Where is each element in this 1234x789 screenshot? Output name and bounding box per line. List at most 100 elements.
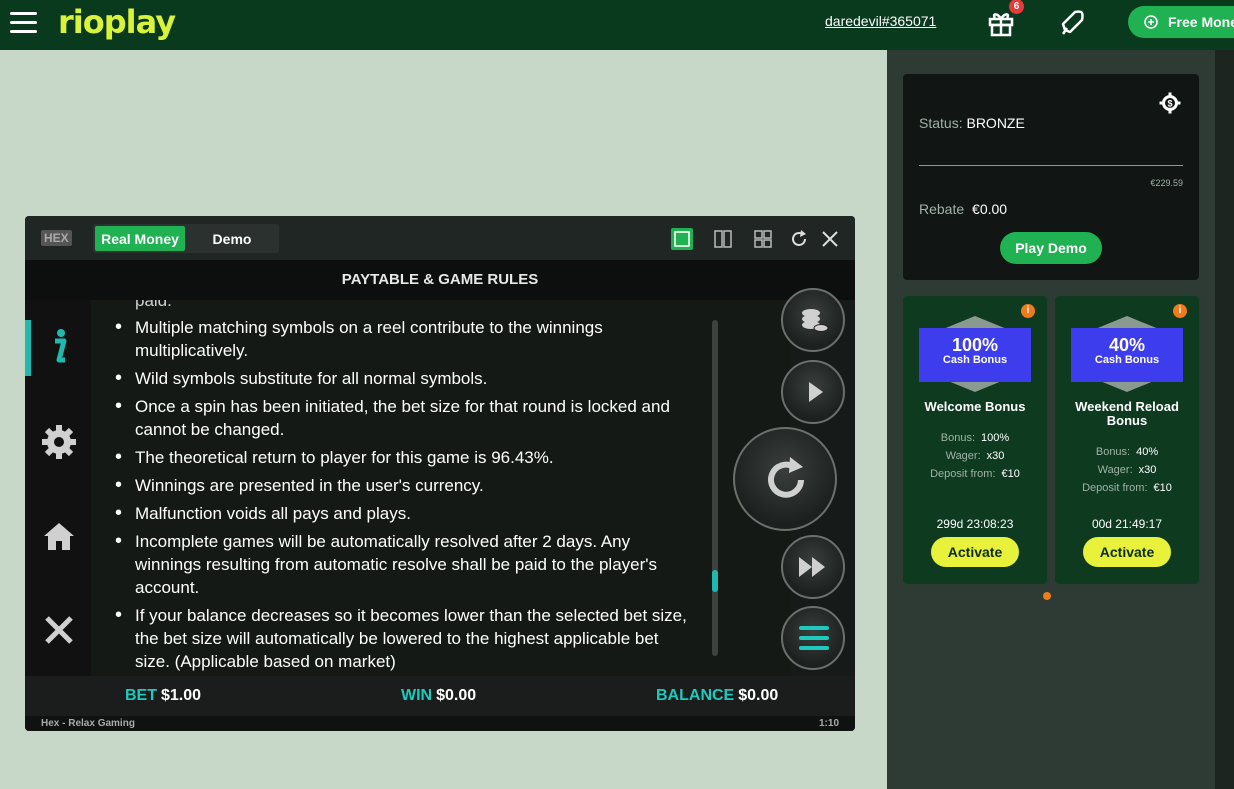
deposit-value: €10 bbox=[1153, 482, 1172, 494]
wager-label: Wager: bbox=[1097, 464, 1133, 476]
game-side-menu bbox=[25, 300, 91, 676]
game-clock: 1:10 bbox=[818, 718, 839, 729]
status-card: $ Status: BRONZE €229.59 Rebate €0.00 Pl… bbox=[903, 74, 1199, 280]
free-money-label: Free Money bbox=[1168, 14, 1234, 30]
carousel-dot[interactable] bbox=[1043, 592, 1051, 600]
side-active-indicator bbox=[25, 320, 31, 376]
win-display: WIN $0.00 bbox=[401, 687, 476, 705]
game-window: HEX Real Money Demo PAYTABLE & GAME RULE… bbox=[25, 216, 855, 731]
deposit-value: €10 bbox=[1001, 468, 1020, 480]
status-label: Status: bbox=[919, 115, 963, 131]
rocket-icon[interactable] bbox=[1057, 8, 1087, 38]
bonus-badge: 100% Cash Bonus bbox=[919, 328, 1031, 382]
bonus-type: Cash Bonus bbox=[1094, 354, 1160, 366]
grid-view-icon[interactable] bbox=[752, 228, 774, 250]
game-provider: Hex - Relax Gaming bbox=[41, 718, 135, 729]
mode-toggle: Real Money Demo bbox=[93, 224, 279, 253]
close-icon[interactable] bbox=[819, 228, 841, 250]
play-demo-button[interactable]: Play Demo bbox=[1000, 232, 1102, 264]
bonus-label: Bonus: bbox=[1095, 446, 1131, 458]
username-link[interactable]: daredevil#365071 bbox=[825, 13, 936, 29]
activate-button[interactable]: Activate bbox=[1083, 537, 1171, 567]
bonus-title: Weekend Reload Bonus bbox=[1075, 399, 1179, 428]
bonus-card-welcome: i 100% Cash Bonus Welcome Bonus Bonus: 10… bbox=[903, 296, 1047, 584]
gear-icon[interactable]: $ bbox=[1159, 92, 1181, 114]
bonus-value: 100% bbox=[981, 432, 1010, 444]
rules-list: paid. Multiple matching symbols on a ree… bbox=[113, 300, 693, 676]
close-icon[interactable] bbox=[39, 610, 79, 650]
fast-forward-icon bbox=[799, 557, 825, 577]
rule-item: Winnings are presented in the user's cur… bbox=[113, 474, 693, 497]
bonus-badge: 40% Cash Bonus bbox=[1071, 328, 1183, 382]
coins-icon bbox=[1144, 15, 1158, 29]
bonus-type: Cash Bonus bbox=[942, 354, 1008, 366]
bet-label: BET bbox=[125, 687, 157, 704]
menu-icon[interactable] bbox=[10, 12, 37, 34]
rule-item: Incomplete games will be automatically r… bbox=[113, 530, 693, 599]
game-tag: HEX bbox=[41, 230, 72, 246]
fast-forward-button[interactable] bbox=[781, 535, 845, 599]
gift-count-badge: 6 bbox=[1009, 0, 1024, 14]
wager-value: x30 bbox=[1138, 464, 1157, 476]
game-status-bar: Hex - Relax Gaming 1:10 bbox=[25, 716, 855, 731]
rules-panel[interactable]: paid. Multiple matching symbols on a ree… bbox=[91, 300, 791, 676]
spin-icon bbox=[768, 457, 804, 498]
info-icon[interactable] bbox=[39, 326, 79, 366]
free-money-button[interactable]: Free Money bbox=[1128, 6, 1234, 38]
balance-display: BALANCE $0.00 bbox=[656, 687, 778, 705]
activate-button[interactable]: Activate bbox=[931, 537, 1019, 567]
status-progress-value: €229.59 bbox=[1150, 178, 1183, 188]
bonus-timer: 299d 23:08:23 bbox=[936, 517, 1014, 531]
rebate-line: Rebate €0.00 bbox=[919, 201, 1007, 217]
coins-icon bbox=[802, 309, 829, 332]
bonus-details: Bonus: 40% Wager: x30 Deposit from: €10 bbox=[1055, 443, 1199, 497]
rule-item: The theoretical return to player for thi… bbox=[113, 446, 693, 469]
play-icon bbox=[809, 382, 823, 402]
deposit-label: Deposit from: bbox=[1082, 482, 1148, 494]
gear-icon[interactable] bbox=[39, 422, 79, 462]
top-bar: rioplay daredevil#365071 6 Free Money bbox=[0, 0, 1234, 50]
rules-clipped-text: paid. bbox=[135, 300, 172, 310]
rule-item: If your balance decreases so it becomes … bbox=[113, 604, 693, 673]
rebate-label: Rebate bbox=[919, 201, 965, 217]
menu-button[interactable] bbox=[781, 606, 845, 670]
status-line: Status: BRONZE bbox=[919, 115, 1025, 131]
game-toolbar: HEX Real Money Demo bbox=[25, 216, 855, 260]
deposit-label: Deposit from: bbox=[930, 468, 996, 480]
split-view-icon[interactable] bbox=[712, 228, 734, 250]
demo-button[interactable]: Demo bbox=[189, 226, 275, 251]
bonus-details: Bonus: 100% Wager: x30 Deposit from: €10 bbox=[903, 429, 1047, 483]
bonus-card-weekend-reload: i 40% Cash Bonus Weekend Reload Bonus Bo… bbox=[1055, 296, 1199, 584]
right-panel-edge bbox=[1215, 50, 1234, 789]
spin-button[interactable] bbox=[733, 427, 837, 531]
home-icon[interactable] bbox=[39, 516, 79, 556]
bet-display: BET $1.00 bbox=[125, 687, 201, 705]
bonus-percent: 100% bbox=[951, 335, 999, 355]
rule-item: Wild symbols substitute for all normal s… bbox=[113, 367, 693, 390]
single-view-icon[interactable] bbox=[671, 228, 693, 250]
wager-label: Wager: bbox=[945, 450, 981, 462]
game-footer: BET $1.00 WIN $0.00 BALANCE $0.00 bbox=[25, 676, 855, 716]
balance-label: BALANCE bbox=[656, 687, 735, 704]
real-money-button[interactable]: Real Money bbox=[95, 226, 185, 251]
rules-scrollbar[interactable] bbox=[712, 320, 718, 656]
rules-title: PAYTABLE & GAME RULES bbox=[25, 260, 855, 300]
status-value: BRONZE bbox=[966, 115, 1025, 131]
site-logo[interactable]: rioplay bbox=[58, 3, 176, 41]
refresh-icon[interactable] bbox=[788, 228, 810, 250]
menu-icon bbox=[799, 626, 829, 650]
rebate-value: €0.00 bbox=[972, 201, 1008, 217]
balance-value: $0.00 bbox=[738, 687, 779, 704]
win-label: WIN bbox=[401, 687, 433, 704]
status-progress-bar bbox=[919, 165, 1183, 166]
coins-button[interactable] bbox=[781, 288, 845, 352]
rule-item: Malfunction voids all pays and plays. bbox=[113, 502, 693, 525]
bet-value: $1.00 bbox=[161, 687, 202, 704]
bonus-label: Bonus: bbox=[940, 432, 976, 444]
play-button[interactable] bbox=[781, 360, 845, 424]
rule-item: Once a spin has been initiated, the bet … bbox=[113, 395, 693, 441]
bonus-value: 40% bbox=[1136, 446, 1159, 458]
wager-value: x30 bbox=[986, 450, 1005, 462]
bonus-title: Welcome Bonus bbox=[924, 399, 1026, 414]
rules-scroll-thumb[interactable] bbox=[712, 570, 718, 592]
